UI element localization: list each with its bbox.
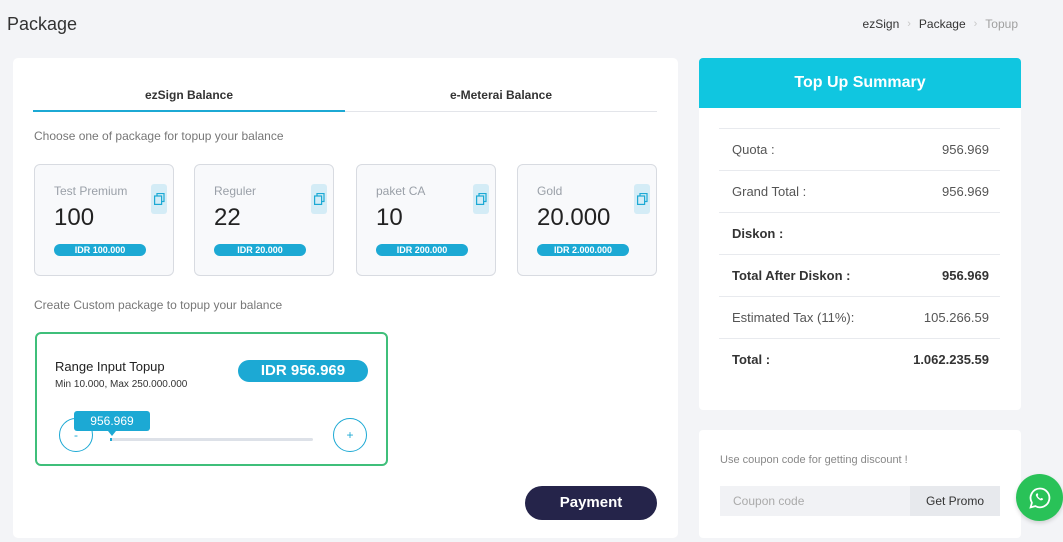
get-promo-button[interactable]: Get Promo: [910, 486, 1000, 516]
package-price: IDR 200.000: [376, 244, 468, 256]
custom-package-card: Range Input Topup Min 10.000, Max 250.00…: [35, 332, 388, 466]
package-quantity: 20.000: [537, 204, 611, 231]
package-card[interactable]: Reguler 22 IDR 20.000: [194, 164, 334, 276]
page-title: Package: [7, 14, 78, 34]
custom-package-hint: Create Custom package to topup your bala…: [34, 298, 283, 312]
summary-row: Grand Total : 956.969: [719, 170, 1000, 212]
package-quantity: 22: [214, 204, 241, 231]
package-name: Gold: [537, 184, 563, 198]
summary-value: 956.969: [942, 184, 989, 199]
summary-value: 956.969: [942, 268, 989, 283]
package-name: Reguler: [214, 184, 257, 198]
custom-package-title: Range Input Topup: [55, 359, 165, 374]
summary-label: Quota :: [732, 142, 775, 157]
breadcrumb: ezSign › Package › Topup: [863, 17, 1018, 31]
chevron-right-icon: ›: [973, 18, 978, 30]
copy-icon[interactable]: [473, 184, 489, 214]
copy-icon[interactable]: [151, 184, 167, 214]
copy-icon[interactable]: [311, 184, 327, 214]
chevron-right-icon: ›: [907, 18, 911, 30]
slider-track[interactable]: [110, 438, 313, 441]
choose-package-hint: Choose one of package for topup your bal…: [34, 129, 284, 143]
package-card[interactable]: Gold 20.000 IDR 2.000.000: [517, 164, 657, 276]
package-price: IDR 20.000: [214, 244, 306, 256]
topup-main-card: ezSign Balance e-Meterai Balance Choose …: [13, 58, 678, 538]
payment-button[interactable]: Payment: [525, 486, 657, 520]
summary-label: Diskon :: [732, 226, 784, 241]
summary-row: Quota : 956.969: [719, 128, 1000, 170]
summary-row: Total : 1.062.235.59: [719, 338, 1000, 380]
copy-icon[interactable]: [634, 184, 650, 214]
package-name: paket CA: [376, 184, 426, 198]
whatsapp-icon[interactable]: [1016, 474, 1063, 521]
summary-row: Diskon :: [719, 212, 1000, 254]
tab-ezsign-balance[interactable]: ezSign Balance: [33, 84, 345, 112]
summary-value: 105.266.59: [923, 310, 989, 325]
summary-row: Estimated Tax (11%): 105.266.59: [719, 296, 1000, 338]
breadcrumb-item-topup: Topup: [985, 17, 1018, 31]
tab-e-meterai-balance[interactable]: e-Meterai Balance: [345, 84, 657, 111]
increment-button[interactable]: +: [333, 418, 367, 452]
summary-title: Top Up Summary: [699, 58, 1021, 108]
coupon-hint: Use coupon code for getting discount !: [720, 454, 908, 466]
summary-label: Total After Diskon :: [732, 268, 851, 283]
summary-list: Quota : 956.969 Grand Total : 956.969 Disk…: [719, 128, 1000, 380]
coupon-code-input[interactable]: [720, 486, 910, 516]
package-quantity: 100: [54, 204, 95, 231]
breadcrumb-item-package[interactable]: Package: [919, 17, 966, 31]
package-card[interactable]: paket CA 10 IDR 200.000: [356, 164, 496, 276]
slider-fill: [110, 438, 112, 441]
balance-tabs: ezSign Balance e-Meterai Balance: [33, 84, 657, 112]
summary-value: 1.062.235.59: [913, 352, 989, 367]
package-card[interactable]: Test Premium 100 IDR 100.000: [34, 164, 174, 276]
summary-label: Total :: [732, 352, 771, 367]
package-name: Test Premium: [54, 184, 128, 198]
coupon-card: Use coupon code for getting discount ! G…: [699, 430, 1021, 538]
package-price: IDR 2.000.000: [537, 244, 629, 256]
summary-row: Total After Diskon : 956.969: [719, 254, 1000, 296]
summary-value: 956.969: [942, 142, 989, 157]
summary-label: Estimated Tax (11%):: [732, 310, 855, 325]
slider-value-tooltip: 956.969: [74, 411, 150, 436]
custom-amount-badge: IDR 956.969: [238, 360, 368, 382]
topup-summary-card: Top Up Summary Quota : 956.969 Grand Tota…: [699, 58, 1021, 410]
package-price: IDR 100.000: [54, 244, 146, 256]
breadcrumb-item-ezsign[interactable]: ezSign: [863, 17, 900, 31]
summary-label: Grand Total :: [732, 184, 807, 199]
custom-package-range: Min 10.000, Max 250.000.000: [55, 379, 188, 390]
package-quantity: 10: [376, 204, 403, 231]
